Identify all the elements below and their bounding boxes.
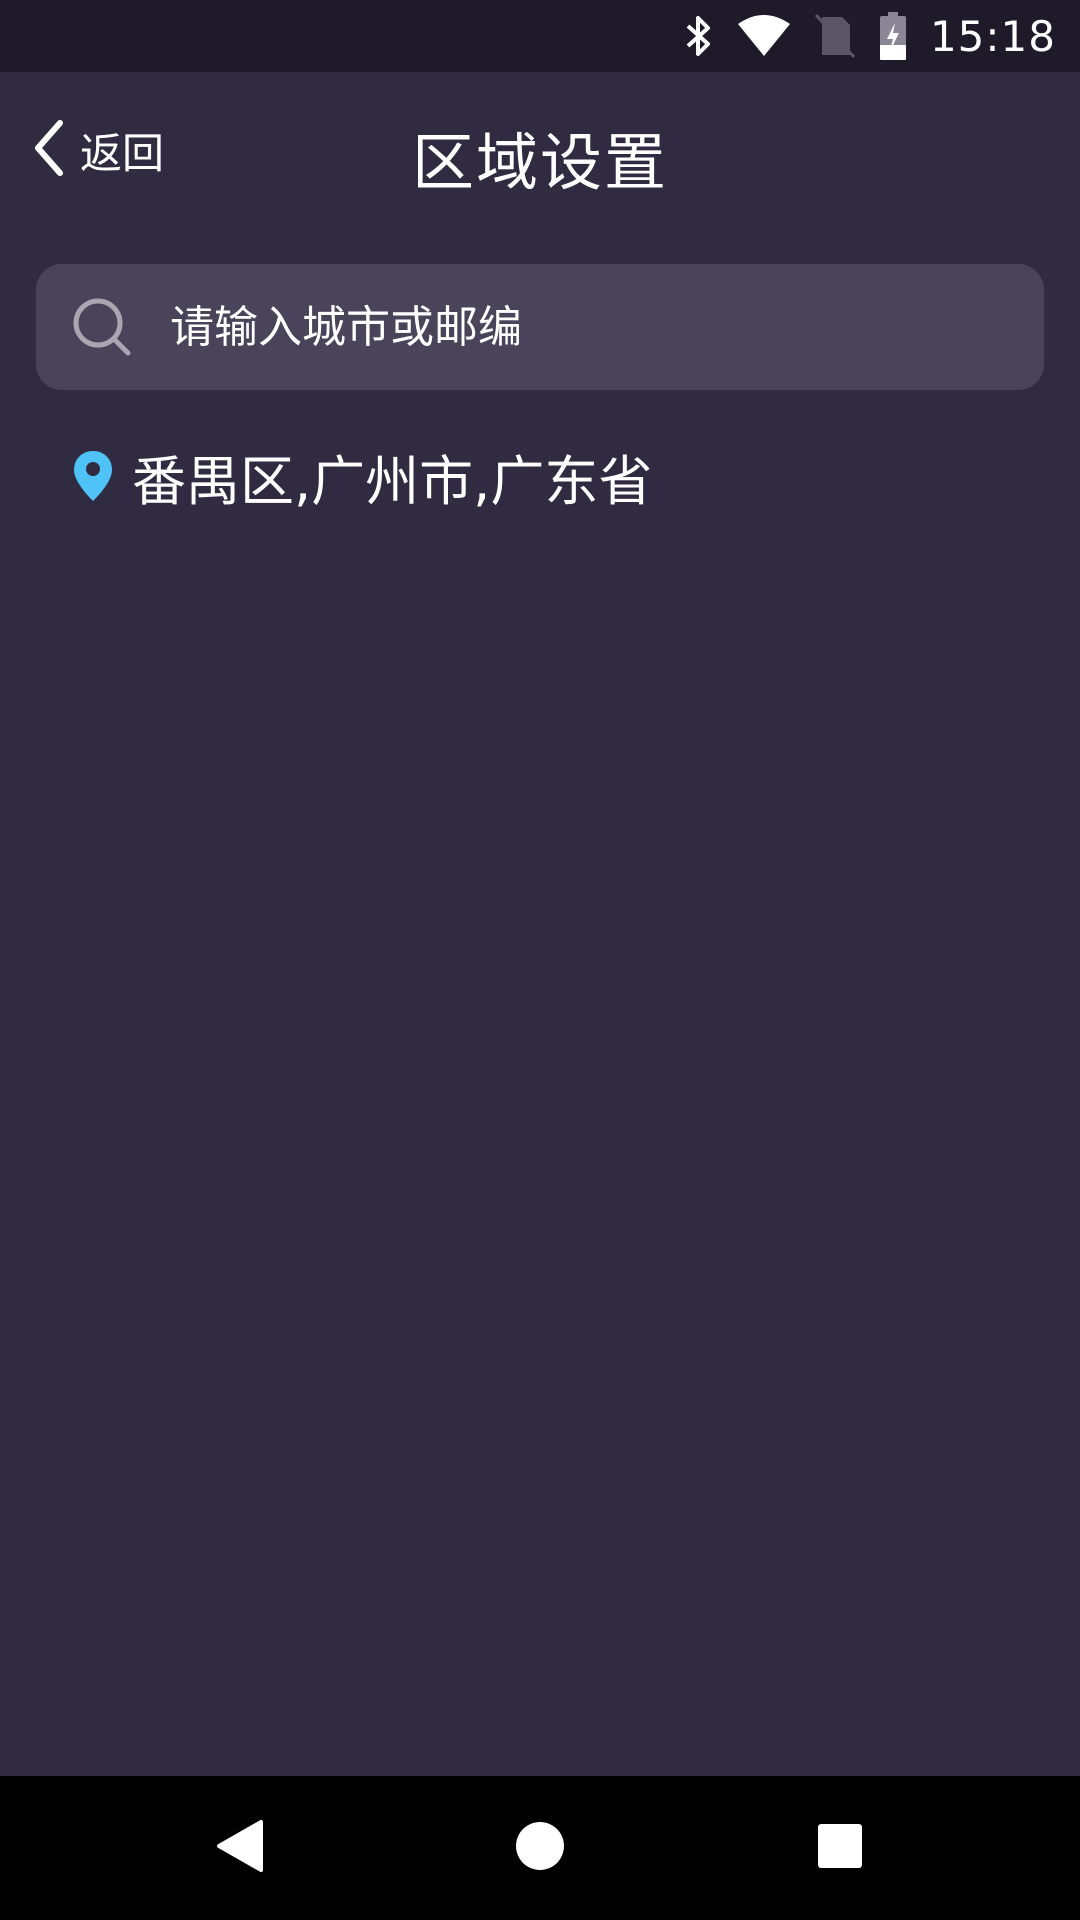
status-bar: 15:18 (0, 0, 1080, 72)
status-icons: 15:18 (662, 0, 1056, 72)
nav-bar (0, 1776, 1080, 1920)
wifi-icon (736, 14, 792, 58)
location-text: 番禺区,广州市,广东省 (132, 449, 653, 513)
nav-recent-apps-button[interactable] (790, 1798, 890, 1898)
nav-back-button[interactable] (190, 1798, 290, 1898)
bluetooth-icon (684, 14, 714, 58)
recent-apps-square-icon (816, 1822, 864, 1874)
battery-charging-icon (878, 11, 908, 61)
screen: 15:18 返回 区域设置 请输入城市或邮编 番禺区,广州市,广东省 (0, 0, 1080, 1920)
home-circle-icon (514, 1820, 566, 1876)
location-pin-icon (70, 448, 116, 504)
search-input[interactable] (168, 286, 1014, 368)
nav-home-button[interactable] (490, 1798, 590, 1898)
location-item[interactable]: 番禺区,广州市,广东省 (70, 436, 652, 516)
back-triangle-icon (215, 1818, 265, 1878)
search-box[interactable] (36, 264, 1044, 390)
no-sim-icon (814, 13, 856, 59)
page-title: 区域设置 (411, 126, 668, 199)
search-icon (70, 295, 134, 359)
status-time: 15:18 (929, 11, 1056, 61)
header: 返回 区域设置 (0, 72, 1080, 228)
